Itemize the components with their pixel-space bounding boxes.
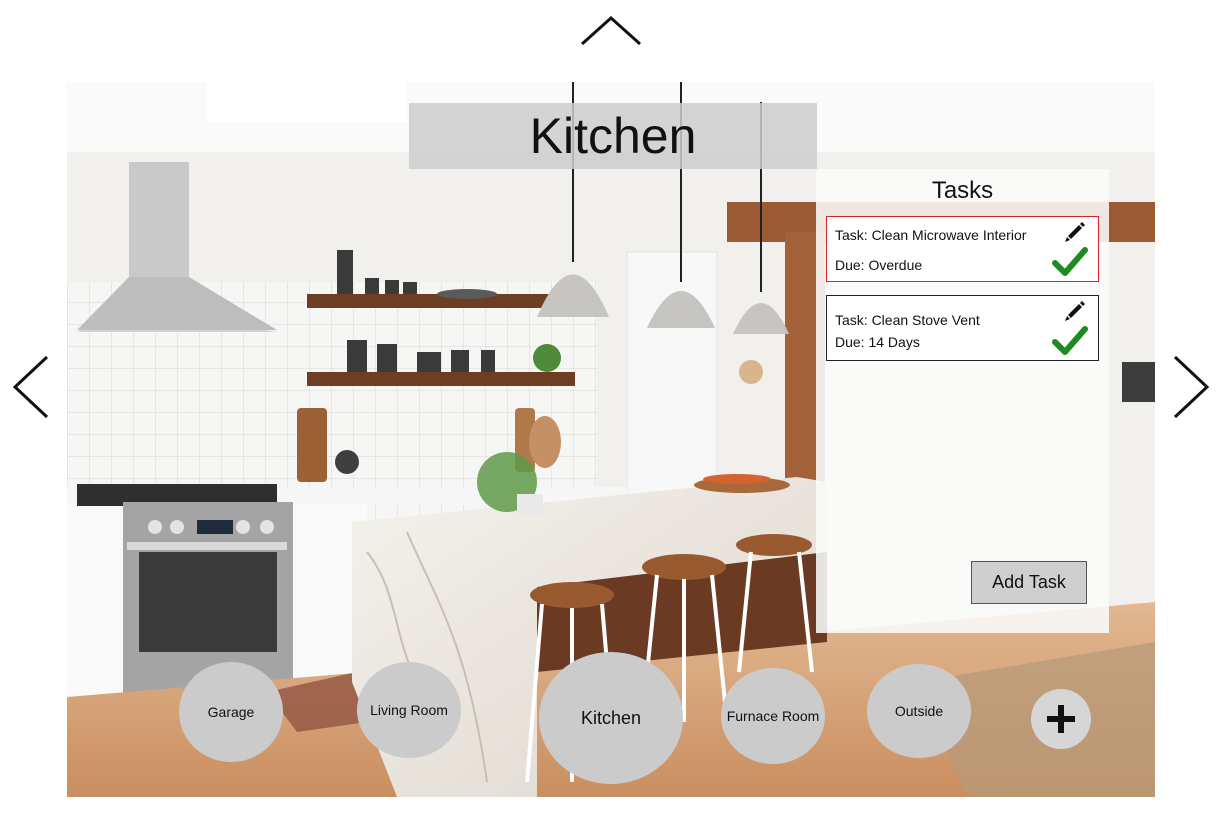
task-name: Task: Clean Microwave Interior: [835, 227, 1027, 243]
add-task-button[interactable]: Add Task: [971, 561, 1087, 604]
room-button-kitchen[interactable]: Kitchen: [539, 652, 683, 784]
chevron-up-icon: [580, 15, 642, 46]
room-button-furnace-room[interactable]: Furnace Room: [721, 668, 825, 764]
tasks-panel: Tasks Task: Clean Microwave Interior Due…: [816, 169, 1109, 633]
task-card[interactable]: Task: Clean Microwave Interior Due: Over…: [826, 216, 1099, 282]
task-card[interactable]: Task: Clean Stove Vent Due: 14 Days: [826, 295, 1099, 361]
nav-right-button[interactable]: [1172, 355, 1210, 419]
add-room-button[interactable]: [1031, 689, 1091, 749]
task-name: Task: Clean Stove Vent: [835, 312, 980, 328]
check-icon[interactable]: [1052, 326, 1088, 359]
room-button-outside[interactable]: Outside: [867, 664, 971, 758]
nav-up-button[interactable]: [580, 14, 642, 46]
task-due: Due: 14 Days: [835, 334, 920, 350]
pencil-icon[interactable]: [1064, 221, 1086, 246]
room-title: Kitchen: [409, 103, 817, 169]
room-scene: Kitchen Tasks Task: Clean Microwave Inte…: [67, 82, 1155, 797]
nav-left-button[interactable]: [12, 355, 50, 419]
room-button-living-room[interactable]: Living Room: [357, 662, 461, 758]
tasks-title: Tasks: [931, 177, 994, 204]
task-due: Due: Overdue: [835, 257, 923, 273]
chevron-right-icon: [1173, 355, 1210, 419]
plus-icon: [1047, 705, 1075, 733]
room-button-garage[interactable]: Garage: [179, 662, 283, 762]
check-icon[interactable]: [1052, 247, 1088, 280]
pencil-icon[interactable]: [1064, 300, 1086, 325]
chevron-left-icon: [12, 355, 49, 419]
